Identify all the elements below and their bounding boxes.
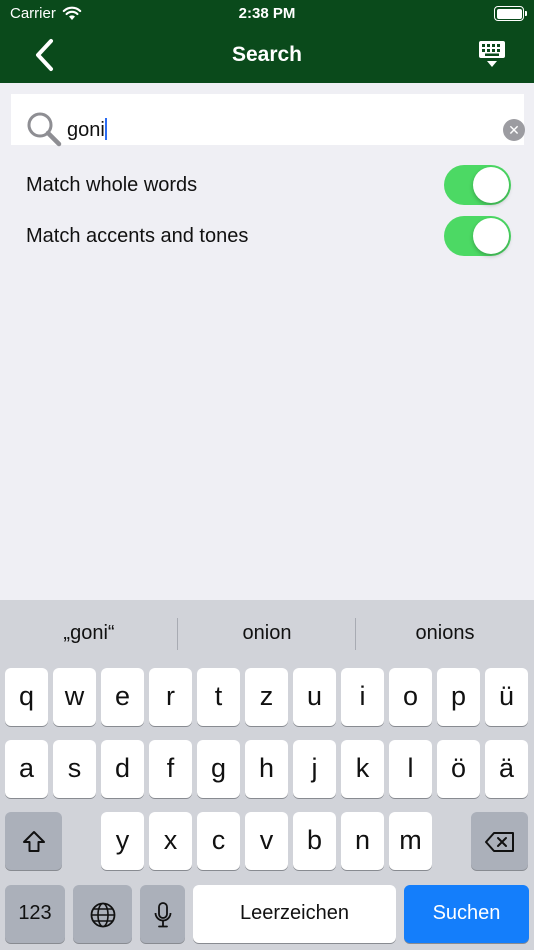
space-key[interactable]: Leerzeichen — [193, 885, 396, 943]
suggestion-3[interactable]: onions — [356, 622, 534, 645]
key-i[interactable]: i — [341, 668, 384, 726]
key-j[interactable]: j — [293, 740, 336, 798]
key-y[interactable]: y — [101, 812, 144, 870]
key-g[interactable]: g — [197, 740, 240, 798]
text-caret — [104, 118, 107, 140]
status-bar: Carrier 2:38 PM — [0, 0, 534, 28]
key-u[interactable]: u — [293, 668, 336, 726]
key-k[interactable]: k — [341, 740, 384, 798]
search-query-text: goni — [67, 119, 105, 141]
delete-key[interactable] — [471, 812, 528, 870]
status-time: 2:38 PM — [238, 5, 296, 22]
suggestion-2[interactable]: onion — [178, 622, 356, 645]
microphone-icon — [154, 901, 171, 928]
dictation-key[interactable] — [140, 885, 185, 943]
key-t[interactable]: t — [197, 668, 240, 726]
key-n[interactable]: n — [341, 812, 384, 870]
match-whole-words-toggle[interactable] — [444, 165, 511, 205]
match-accents-tones-toggle[interactable] — [444, 216, 511, 256]
search-icon — [27, 112, 62, 147]
shift-key[interactable] — [5, 812, 62, 870]
key-l[interactable]: l — [389, 740, 432, 798]
key-h[interactable]: h — [245, 740, 288, 798]
key-a[interactable]: a — [5, 740, 48, 798]
key-v[interactable]: v — [245, 812, 288, 870]
search-bar: goni ✕ — [11, 94, 525, 147]
key-w[interactable]: w — [53, 668, 96, 726]
search-input[interactable]: goni — [67, 118, 107, 142]
page-title: Search — [231, 43, 303, 66]
key-a-umlaut[interactable]: ä — [485, 740, 528, 798]
backspace-icon — [484, 831, 514, 852]
key-e[interactable]: e — [101, 668, 144, 726]
key-p[interactable]: p — [437, 668, 480, 726]
key-u-umlaut[interactable]: ü — [485, 668, 528, 726]
key-q[interactable]: q — [5, 668, 48, 726]
shift-arrow-icon — [22, 830, 45, 852]
option-match-whole-words: Match whole words — [26, 165, 516, 209]
suggestion-1[interactable]: „goni“ — [0, 622, 178, 645]
option-label: Match whole words — [26, 174, 198, 196]
key-r[interactable]: r — [149, 668, 192, 726]
search-return-key[interactable]: Suchen — [404, 885, 529, 943]
clear-search-icon[interactable]: ✕ — [503, 119, 525, 141]
key-f[interactable]: f — [149, 740, 192, 798]
battery-icon — [494, 6, 527, 21]
key-z[interactable]: z — [245, 668, 288, 726]
option-match-accents-tones: Match accents and tones — [26, 216, 516, 260]
key-o-umlaut[interactable]: ö — [437, 740, 480, 798]
onscreen-keyboard: „goni“ onion onions q w e r t z u i o p … — [0, 600, 534, 950]
key-c[interactable]: c — [197, 812, 240, 870]
keyboard-icon[interactable] — [478, 40, 506, 70]
globe-icon — [90, 902, 115, 928]
key-m[interactable]: m — [389, 812, 432, 870]
key-b[interactable]: b — [293, 812, 336, 870]
globe-key[interactable] — [73, 885, 132, 943]
key-o[interactable]: o — [389, 668, 432, 726]
option-label: Match accents and tones — [26, 225, 249, 247]
numbers-key[interactable]: 123 — [5, 885, 65, 943]
navigation-bar: Search — [0, 30, 534, 80]
key-d[interactable]: d — [101, 740, 144, 798]
key-x[interactable]: x — [149, 812, 192, 870]
top-bar: Carrier 2:38 PM Search — [0, 0, 534, 83]
suggestion-bar: „goni“ onion onions — [0, 600, 534, 668]
key-s[interactable]: s — [53, 740, 96, 798]
